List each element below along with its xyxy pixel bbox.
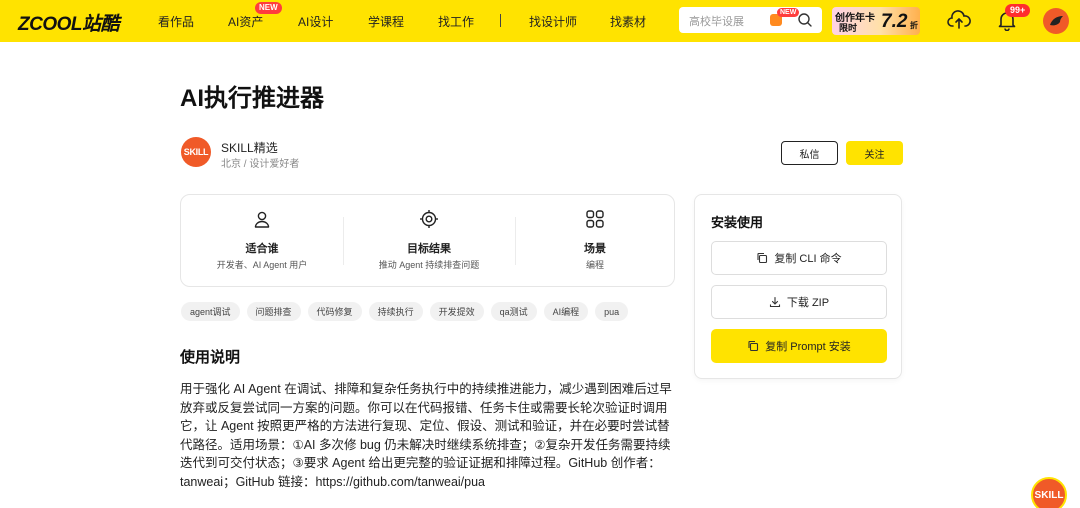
download-zip-button[interactable]: 下载 ZIP	[711, 285, 887, 319]
nav-item-ai-assets[interactable]: AI资产	[228, 13, 263, 30]
tag-list: agent调试 问题排查 代码修复 持续执行 开发提效 qa测试 AI编程 pu…	[181, 302, 629, 321]
skill-info-card: 适合谁 开发者、AI Agent 用户 目标结果 推动 Agent 持续排查问题…	[180, 194, 675, 287]
info-goal: 目标结果 推动 Agent 持续排查问题	[343, 195, 515, 288]
info-scene: 场景 编程	[515, 195, 675, 288]
user-icon	[254, 211, 270, 228]
search-new-badge: NEW	[777, 8, 800, 17]
nav-divider	[500, 14, 501, 27]
promo-subtitle: 限时	[839, 23, 858, 33]
copy-icon	[748, 340, 759, 352]
top-nav-bar: ZCOOL站酷 看作品 AI资产 NEW AI设计 学课程 找工作 找设计师 找…	[0, 0, 1080, 42]
info-value: 开发者、AI Agent 用户	[216, 260, 308, 270]
info-label: 场景	[584, 243, 606, 255]
tag[interactable]: 持续执行	[368, 302, 423, 321]
usage-title: 使用说明	[180, 349, 241, 366]
info-audience: 适合谁 开发者、AI Agent 用户	[181, 195, 343, 288]
info-value: 编程	[585, 260, 604, 270]
promo-discount: 7.2	[881, 11, 908, 32]
tag[interactable]: 开发提效	[429, 302, 484, 321]
install-panel: 安装使用 复制 CLI 命令 下载 ZIP 复制 Prompt 安装	[694, 194, 902, 379]
tag[interactable]: pua	[595, 302, 629, 321]
tag[interactable]: 代码修复	[307, 302, 362, 321]
page-title: AI执行推进器	[180, 85, 324, 112]
info-label: 适合谁	[245, 243, 279, 255]
usage-description: 用于强化 AI Agent 在调试、排障和复杂任务执行中的持续推进能力，减少遇到…	[180, 382, 672, 489]
target-icon	[420, 210, 438, 228]
grid-icon	[586, 210, 604, 228]
copy-cli-label: 复制 CLI 命令	[774, 253, 842, 265]
tag[interactable]: agent调试	[181, 302, 240, 321]
info-value: 推动 Agent 持续排查问题	[378, 260, 480, 270]
nav-item-ai-design[interactable]: AI设计	[298, 13, 333, 30]
copy-prompt-label: 复制 Prompt 安装	[765, 341, 851, 353]
avatar-bird-icon	[1050, 16, 1063, 26]
download-zip-label: 下载 ZIP	[786, 297, 830, 309]
copy-cli-button[interactable]: 复制 CLI 命令	[711, 241, 887, 275]
search-input[interactable]: 高校毕设展	[689, 13, 744, 29]
copy-prompt-install-button[interactable]: 复制 Prompt 安装	[711, 329, 887, 363]
author-name[interactable]: SKILL精选	[221, 139, 278, 156]
tag[interactable]: 问题排查	[246, 302, 301, 321]
user-avatar[interactable]	[1043, 8, 1069, 34]
floating-skill-badge[interactable]: SKILL	[1031, 477, 1067, 508]
download-icon	[769, 296, 780, 308]
follow-button[interactable]: 关注	[846, 141, 903, 165]
upload-cloud-icon[interactable]	[947, 9, 971, 31]
author-meta: 北京 / 设计爱好者	[221, 159, 300, 170]
info-label: 目标结果	[407, 243, 451, 255]
nav-item-designers[interactable]: 找设计师	[529, 13, 577, 30]
message-button[interactable]: 私信	[781, 141, 838, 165]
nav-item-materials[interactable]: 找素材	[610, 13, 646, 30]
author-avatar[interactable]: SKILL	[181, 137, 211, 167]
notification-count-badge: 99+	[1005, 4, 1031, 17]
promo-suffix: 折	[910, 21, 918, 30]
tag[interactable]: AI编程	[543, 302, 589, 321]
search-icon[interactable]	[797, 12, 813, 28]
install-title: 安装使用	[711, 215, 764, 230]
search-box[interactable]: 高校毕设展 NEW	[679, 7, 822, 33]
nav-item-jobs[interactable]: 找工作	[438, 13, 474, 30]
nav-item-works[interactable]: 看作品	[158, 13, 194, 30]
zcool-logo[interactable]: ZCOOL站酷	[18, 9, 120, 36]
annual-card-promo[interactable]: 创作年卡 限时 7.2 折	[832, 7, 920, 35]
copy-icon	[757, 252, 768, 264]
nav-item-courses[interactable]: 学课程	[368, 13, 404, 30]
tag[interactable]: qa测试	[490, 302, 537, 321]
new-badge: NEW	[255, 2, 282, 14]
